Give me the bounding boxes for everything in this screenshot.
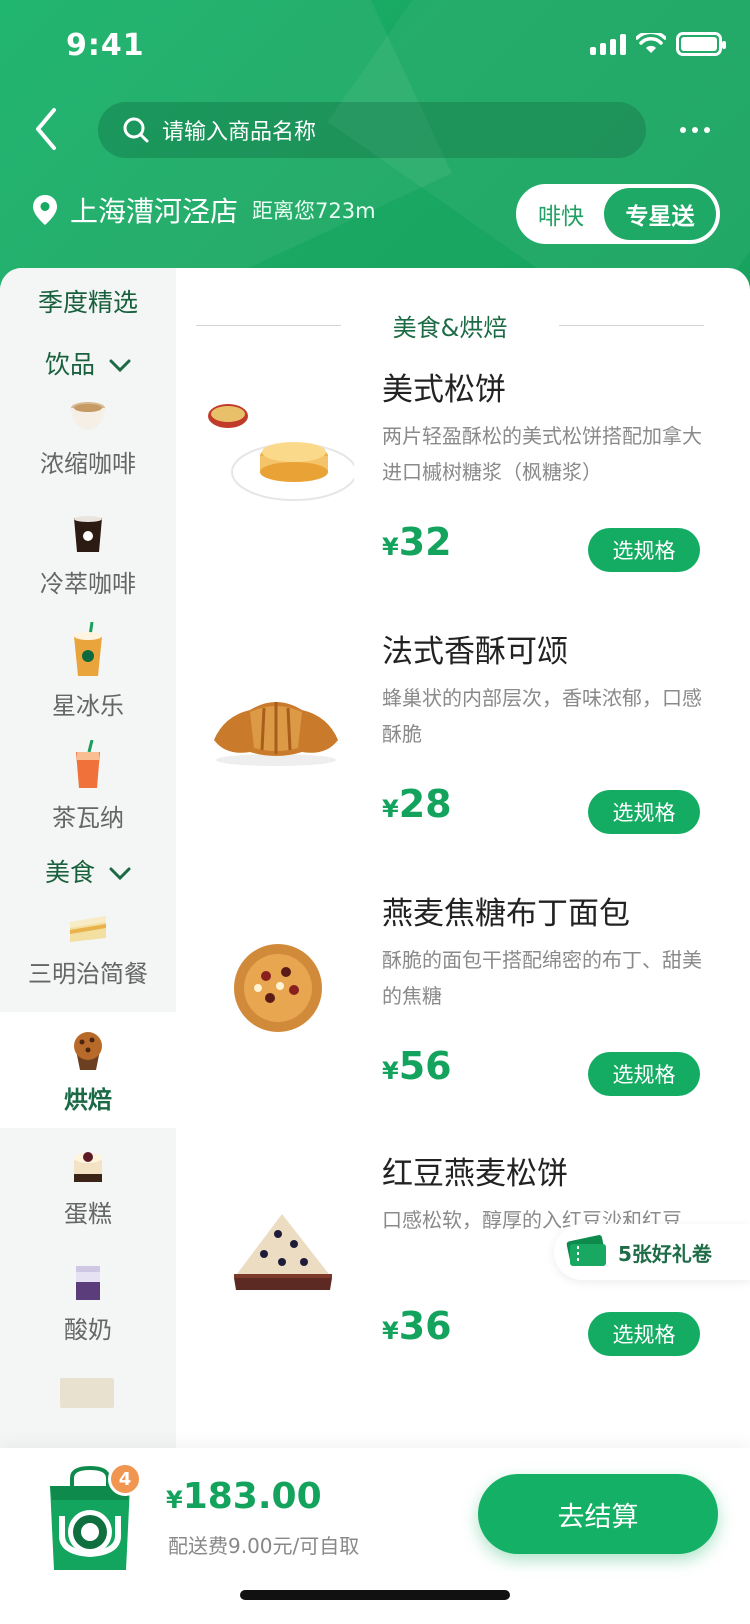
sidebar-item-teavana-label: 茶瓦纳: [52, 804, 124, 832]
checkout-button[interactable]: 去结算: [478, 1474, 718, 1554]
product-name: 红豆燕麦松饼: [382, 1156, 568, 1192]
search-placeholder: 请输入商品名称: [162, 120, 317, 145]
section-title-label: 美食&烘焙: [392, 314, 508, 342]
frappuccino-cup-icon: [74, 622, 102, 676]
product-price: ¥32: [382, 520, 452, 564]
cart-count-badge: 4: [108, 1462, 142, 1496]
select-spec-button[interactable]: 选规格: [588, 1312, 700, 1356]
croissant-image: [214, 702, 338, 766]
wifi-icon: [636, 33, 666, 53]
delivery-mode-toggle[interactable]: 啡快 专星送: [516, 184, 720, 244]
sidebar-item-bakery-label: 烘焙: [64, 1086, 112, 1114]
toggle-fast-option[interactable]: 啡快: [518, 197, 604, 231]
price-currency: ¥: [382, 1057, 399, 1085]
price-value: 36: [398, 1304, 452, 1348]
back-icon[interactable]: [26, 104, 70, 154]
product-price: ¥56: [382, 1044, 452, 1088]
yogurt-icon: [76, 1266, 100, 1300]
teavana-cup-icon: [76, 740, 100, 788]
pancake-image: [208, 404, 354, 501]
sidebar-item-sandwich[interactable]: 三明治简餐: [0, 912, 176, 1012]
sidebar-item-teavana[interactable]: 茶瓦纳: [0, 740, 176, 850]
product-card[interactable]: 燕麦焦糖布丁面包 酥脆的面包干搭配绵密的布丁、甜美的焦糖 ¥56 选规格: [176, 888, 750, 1148]
section-title-divider: [196, 325, 341, 326]
coupon-label: 5张好礼卷: [618, 1241, 712, 1266]
select-spec-button[interactable]: 选规格: [588, 528, 700, 572]
section-title: 美食&烘焙: [196, 308, 704, 343]
sidebar-group-food[interactable]: 美食: [0, 848, 176, 898]
muffin-icon: [74, 1032, 102, 1070]
sidebar-group-food-label: 美食: [45, 858, 96, 887]
price-currency: ¥: [382, 795, 399, 823]
sidebar-item-bakery[interactable]: 烘焙: [0, 1012, 176, 1128]
price-currency: ¥: [382, 1317, 399, 1345]
signal-icon: [590, 33, 626, 55]
sidebar-item-frappuccino[interactable]: 星冰乐: [0, 622, 176, 732]
product-name: 美式松饼: [382, 372, 506, 408]
coupon-tickets-icon: [566, 1235, 606, 1266]
caramel-pudding-bread-image: [234, 944, 322, 1032]
price-value: 28: [398, 782, 452, 826]
sidebar-group-drinks-label: 饮品: [45, 350, 96, 379]
cart-total-currency: ¥: [166, 1486, 183, 1514]
sidebar-item-espresso[interactable]: 浓缩咖啡: [0, 396, 176, 496]
sidebar-item-yogurt-label: 酸奶: [64, 1316, 112, 1344]
category-sidebar: 季度精选 饮品 浓缩咖啡 冷萃咖啡 星冰乐 茶瓦纳 美食 三明治简餐 烘焙 蛋糕…: [0, 268, 176, 1448]
sidebar-item-next-thumb: [60, 1378, 114, 1408]
product-price: ¥36: [382, 1304, 452, 1348]
search-bar[interactable]: 请输入商品名称: [98, 102, 646, 158]
sidebar-item-espresso-label: 浓缩咖啡: [40, 450, 136, 478]
home-indicator: [240, 1590, 510, 1600]
cart-total-value: 183.00: [182, 1476, 322, 1517]
product-card[interactable]: 美式松饼 两片轻盈酥松的美式松饼搭配加拿大进口槭树糖浆（枫糖浆） ¥32 选规格: [176, 364, 750, 624]
select-spec-button[interactable]: 选规格: [588, 790, 700, 834]
product-description: 两片轻盈酥松的美式松饼搭配加拿大进口槭树糖浆（枫糖浆）: [382, 424, 702, 484]
store-location[interactable]: 上海漕河泾店 距离您723m: [32, 190, 376, 230]
select-spec-button[interactable]: 选规格: [588, 1052, 700, 1096]
product-description: 酥脆的面包干搭配绵密的布丁、甜美的焦糖: [382, 948, 702, 1008]
red-bean-oat-scone-image: [234, 1214, 332, 1290]
coupon-float-button[interactable]: 5张好礼卷: [554, 1224, 750, 1280]
status-icons: [590, 32, 726, 56]
sidebar-item-frappuccino-label: 星冰乐: [52, 692, 124, 720]
battery-icon: [676, 32, 726, 56]
location-pin-icon: [33, 195, 57, 225]
price-currency: ¥: [382, 533, 399, 561]
product-card[interactable]: 法式香酥可颂 蜂巢状的内部层次，香味浓郁，口感酥脆 ¥28 选规格: [176, 626, 750, 886]
header: 9:41 请输入商品名称 上海漕河泾店 距离您723m 啡快 专星送: [0, 0, 750, 300]
chevron-down-icon: [109, 867, 131, 881]
sidebar-item-yogurt[interactable]: 酸奶: [0, 1262, 176, 1362]
section-title-divider: [559, 325, 704, 326]
cake-icon: [74, 1152, 102, 1182]
more-icon[interactable]: [680, 118, 720, 142]
status-time: 9:41: [66, 28, 145, 63]
sidebar-item-season[interactable]: 季度精选: [0, 278, 176, 328]
chevron-down-icon: [109, 359, 131, 373]
product-name: 法式香酥可颂: [382, 634, 568, 670]
price-value: 32: [398, 520, 452, 564]
sidebar-item-sandwich-label: 三明治简餐: [28, 960, 148, 988]
espresso-cup-icon: [71, 402, 105, 430]
sidebar-item-cold-brew[interactable]: 冷萃咖啡: [0, 512, 176, 612]
sidebar-item-cake-label: 蛋糕: [64, 1200, 112, 1228]
product-description: 蜂巢状的内部层次，香味浓郁，口感酥脆: [382, 686, 702, 746]
toggle-star-delivery-option[interactable]: 专星送: [604, 188, 716, 240]
price-value: 56: [398, 1044, 452, 1088]
sidebar-group-drinks[interactable]: 饮品: [0, 340, 176, 390]
sidebar-item-cold-brew-label: 冷萃咖啡: [40, 570, 136, 598]
sandwich-icon: [70, 916, 106, 942]
cold-brew-cup-icon: [74, 516, 102, 552]
delivery-fee-text: 配送费9.00元/可自取: [168, 1534, 360, 1558]
store-distance: 距离您723m: [252, 199, 376, 223]
sidebar-item-cake[interactable]: 蛋糕: [0, 1148, 176, 1248]
search-icon: [123, 117, 149, 143]
cart-total: ¥183.00: [166, 1476, 322, 1517]
store-name: 上海漕河泾店: [70, 195, 239, 228]
product-price: ¥28: [382, 782, 452, 826]
product-name: 燕麦焦糖布丁面包: [382, 896, 630, 932]
